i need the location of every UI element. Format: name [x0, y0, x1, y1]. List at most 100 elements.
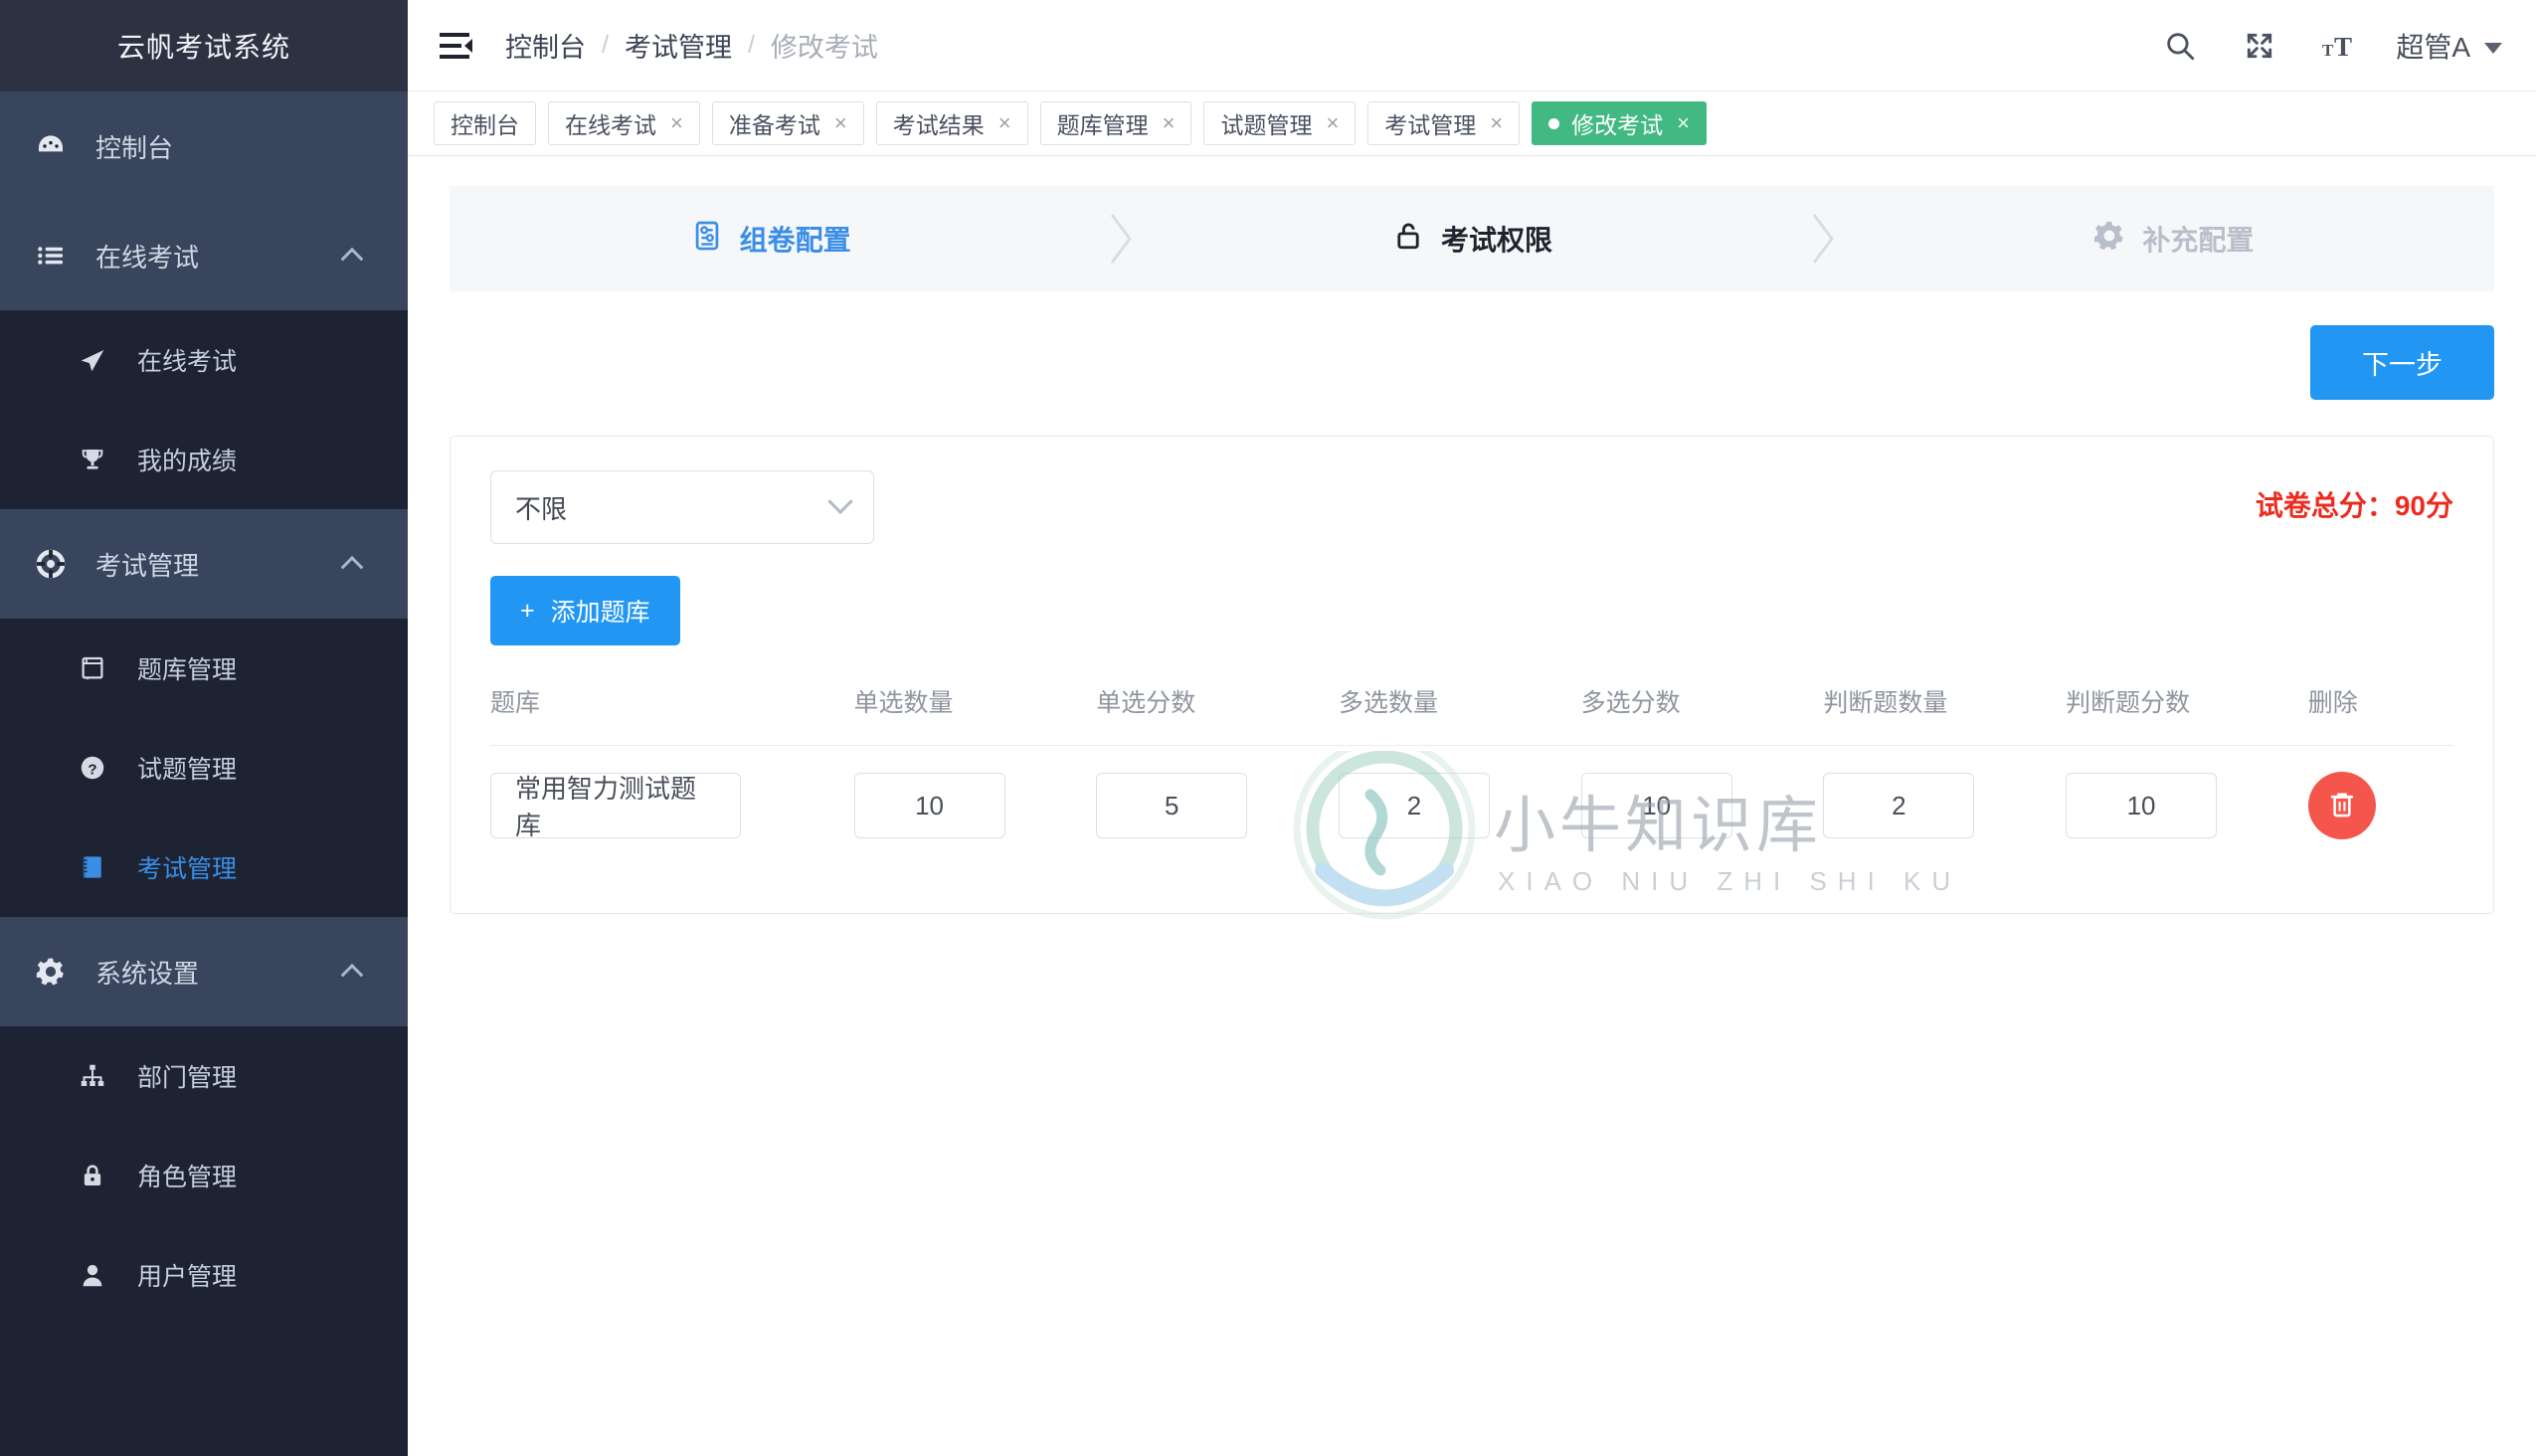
step-考试权限[interactable]: 考试权限 — [1151, 219, 1792, 260]
sidebar-item-label: 在线考试 — [137, 348, 238, 376]
single-score-input[interactable]: 5 — [1096, 773, 1248, 838]
delete-row-button[interactable] — [2307, 772, 2376, 839]
table-header-cell: 判断题数量 — [1823, 683, 2067, 746]
judge-score-input[interactable]: 10 — [2066, 773, 2218, 838]
judge-count-input-value: 2 — [1892, 790, 1906, 820]
sidebar-item-label: 角色管理 — [137, 1164, 238, 1191]
chevron-up-icon — [340, 247, 364, 271]
table-cell-delete — [2307, 746, 2453, 862]
tab-close-icon[interactable]: × — [1163, 112, 1176, 134]
chevron-down-icon — [827, 488, 853, 515]
sidebar-item-label: 部门管理 — [137, 1064, 238, 1092]
tab-close-icon[interactable]: × — [1326, 112, 1339, 134]
table-header-cell: 单选数量 — [853, 683, 1097, 746]
multi-count-input-value: 2 — [1406, 790, 1422, 820]
single-count-input[interactable]: 10 — [853, 773, 1005, 838]
search-icon[interactable] — [2157, 23, 2203, 69]
table-header-cell: 单选分数 — [1096, 683, 1339, 746]
step-chevron-icon — [1793, 209, 1853, 269]
card-header-row: 不限 试卷总分：90分 — [490, 470, 2453, 544]
tab-close-icon[interactable]: × — [998, 112, 1011, 134]
tab-close-icon[interactable]: × — [834, 112, 847, 134]
app-root: 云帆考试系统 控制台 在线考试 在线考试 我的成绩 考试管理 题库管理? 试题管理 考试管理系… — [0, 0, 2536, 1456]
sidebar-menu: 控制台 在线考试 在线考试 我的成绩 考试管理 题库管理? 试题管理 考试管理 系统设置 部门管理… — [0, 91, 408, 1456]
topbar-actions: T T 超管A — [2157, 23, 2502, 69]
table-header-cell: 删除 — [2307, 683, 2453, 746]
table-cell: 10 — [853, 746, 1097, 862]
breadcrumb-item-0[interactable]: 控制台 — [505, 26, 586, 65]
judge-count-input[interactable]: 2 — [1823, 773, 1975, 838]
unlock-icon — [1391, 219, 1425, 260]
next-step-button[interactable]: 下一步 — [2310, 325, 2494, 400]
tab-close-icon[interactable]: × — [1677, 112, 1690, 134]
table-header-row: 题库 单选数量 单选分数 多选数量 多选分数 判断题数量 判断题分数 删除 — [490, 683, 2453, 746]
sidebar-item-试题管理[interactable]: ? 试题管理 — [0, 718, 408, 818]
paper-config-card: 不限 试卷总分：90分 + 添加题库 题库 单选数量 单选分数 多选数量 多选分数 判断题… — [450, 436, 2494, 914]
multi-count-input[interactable]: 2 — [1338, 773, 1490, 838]
sidebar-item-用户管理[interactable]: 用户管理 — [0, 1225, 408, 1325]
book-icon — [70, 653, 115, 683]
sidebar-item-考试管理[interactable]: 考试管理 — [0, 818, 408, 917]
tab-控制台[interactable]: 控制台 — [434, 101, 536, 145]
user-menu[interactable]: 超管A — [2396, 26, 2502, 66]
tab-考试管理[interactable]: 考试管理 × — [1367, 101, 1521, 145]
tab-题库管理[interactable]: 题库管理 × — [1039, 101, 1192, 145]
tab-label: 题库管理 — [1056, 112, 1149, 138]
sidebar: 云帆考试系统 控制台 在线考试 在线考试 我的成绩 考试管理 题库管理? 试题管理 考试管理系… — [0, 0, 408, 1456]
total-score-label: 试卷总分： — [2255, 490, 2395, 521]
sidebar-group-系统设置[interactable]: 系统设置 — [0, 917, 408, 1026]
tab-试题管理[interactable]: 试题管理 × — [1203, 101, 1357, 145]
multi-score-input[interactable]: 10 — [1580, 773, 1732, 838]
tab-label: 考试管理 — [1384, 112, 1477, 138]
sidebar-group-控制台[interactable]: 控制台 — [0, 91, 408, 201]
tab-label: 在线考试 — [565, 112, 656, 138]
font-size-icon[interactable]: T T — [2316, 23, 2362, 69]
table-header-cell: 多选分数 — [1580, 683, 1824, 746]
total-score: 试卷总分：90分 — [2256, 470, 2453, 524]
tab-bar: 控制台 在线考试 × 准备考试 × 考试结果 × 题库管理 × 试题管理 × 考试管理 × 修改考试 × — [408, 91, 2536, 156]
table-cell: 2 — [1338, 746, 1581, 862]
tab-考试结果[interactable]: 考试结果 × — [875, 101, 1028, 145]
table-cell: 10 — [2066, 746, 2308, 862]
tab-准备考试[interactable]: 准备考试 × — [711, 101, 864, 145]
tab-label: 试题管理 — [1220, 112, 1313, 138]
svg-text:?: ? — [88, 761, 96, 778]
menu-fold-icon[interactable] — [434, 23, 479, 69]
step-组卷配置[interactable]: 组卷配置 — [450, 219, 1091, 260]
tab-close-icon[interactable]: × — [1490, 112, 1503, 134]
sidebar-item-角色管理[interactable]: 角色管理 — [0, 1126, 408, 1225]
sidebar-item-在线考试[interactable]: 在线考试 — [0, 310, 408, 410]
user-name: 超管A — [2396, 31, 2470, 63]
sidebar-item-label: 我的成绩 — [137, 448, 238, 475]
tab-在线考试[interactable]: 在线考试 × — [548, 101, 700, 145]
sidebar-item-题库管理[interactable]: 题库管理 — [0, 619, 408, 718]
sidebar-item-我的成绩[interactable]: 我的成绩 — [0, 410, 408, 509]
breadcrumb-separator: / — [747, 31, 755, 59]
sidebar-group-label: 系统设置 — [95, 958, 200, 989]
tab-label: 考试结果 — [892, 112, 985, 138]
tab-close-icon[interactable]: × — [670, 112, 683, 134]
tab-label: 修改考试 — [1571, 112, 1664, 138]
svg-text:T: T — [2322, 41, 2334, 60]
bank-type-select[interactable]: 不限 — [490, 470, 874, 544]
sidebar-item-部门管理[interactable]: 部门管理 — [0, 1026, 408, 1126]
step-补充配置[interactable]: 补充配置 — [1853, 219, 2494, 260]
step-label: 组卷配置 — [739, 225, 851, 256]
sidebar-group-label: 考试管理 — [95, 550, 200, 581]
sitemap-icon — [70, 1061, 115, 1091]
sidebar-group-考试管理[interactable]: 考试管理 — [0, 509, 408, 619]
bank-name-input[interactable]: 常用智力测试题库 — [490, 773, 741, 840]
total-score-value: 90分 — [2394, 490, 2453, 521]
breadcrumb-item-1[interactable]: 考试管理 — [625, 26, 732, 65]
table-cell: 10 — [1580, 746, 1824, 862]
judge-score-input-value: 10 — [2126, 790, 2156, 820]
add-bank-button[interactable]: + 添加题库 — [490, 576, 680, 645]
tab-label: 控制台 — [451, 112, 519, 138]
tab-修改考试[interactable]: 修改考试 × — [1532, 101, 1708, 145]
plus-icon: + — [520, 596, 535, 625]
sidebar-group-在线考试[interactable]: 在线考试 — [0, 201, 408, 310]
fullscreen-icon[interactable] — [2237, 23, 2282, 69]
lifebuoy-icon — [28, 548, 74, 580]
trophy-icon — [70, 445, 115, 474]
notebook-icon — [70, 852, 115, 882]
